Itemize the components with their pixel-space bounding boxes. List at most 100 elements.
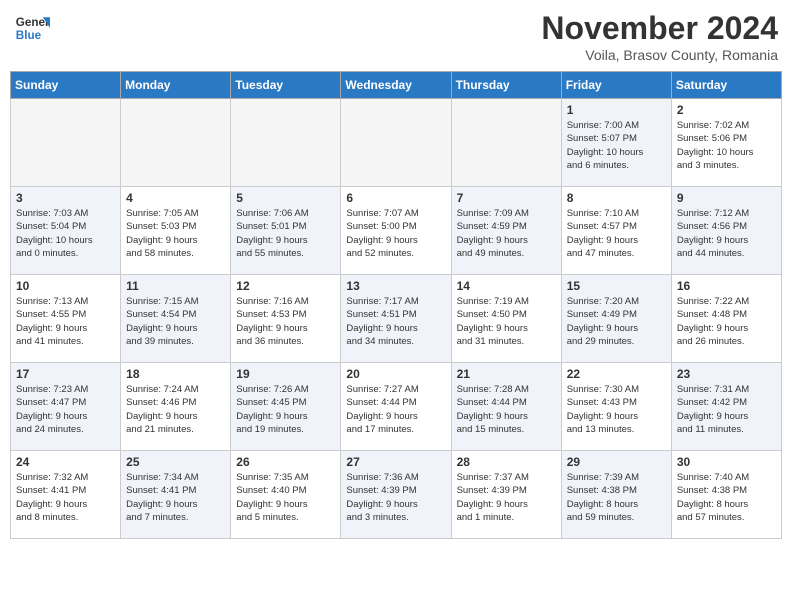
- day-info: Sunrise: 7:07 AMSunset: 5:00 PMDaylight:…: [346, 207, 445, 260]
- calendar-cell: 20 Sunrise: 7:27 AMSunset: 4:44 PMDayligh…: [341, 363, 451, 451]
- day-info: Sunrise: 7:24 AMSunset: 4:46 PMDaylight:…: [126, 383, 225, 436]
- calendar-cell: 26 Sunrise: 7:35 AMSunset: 4:40 PMDayligh…: [231, 451, 341, 539]
- calendar-cell: [341, 99, 451, 187]
- day-info: Sunrise: 7:22 AMSunset: 4:48 PMDaylight:…: [677, 295, 776, 348]
- title-area: November 2024 Voila, Brasov County, Roma…: [541, 10, 778, 63]
- day-number: 2: [677, 103, 776, 117]
- day-number: 8: [567, 191, 666, 205]
- day-info: Sunrise: 7:31 AMSunset: 4:42 PMDaylight:…: [677, 383, 776, 436]
- day-number: 6: [346, 191, 445, 205]
- day-info: Sunrise: 7:19 AMSunset: 4:50 PMDaylight:…: [457, 295, 556, 348]
- day-info: Sunrise: 7:06 AMSunset: 5:01 PMDaylight:…: [236, 207, 335, 260]
- day-number: 9: [677, 191, 776, 205]
- day-info: Sunrise: 7:12 AMSunset: 4:56 PMDaylight:…: [677, 207, 776, 260]
- day-number: 25: [126, 455, 225, 469]
- day-info: Sunrise: 7:28 AMSunset: 4:44 PMDaylight:…: [457, 383, 556, 436]
- day-info: Sunrise: 7:02 AMSunset: 5:06 PMDaylight:…: [677, 119, 776, 172]
- day-number: 4: [126, 191, 225, 205]
- day-number: 13: [346, 279, 445, 293]
- calendar-cell: 14 Sunrise: 7:19 AMSunset: 4:50 PMDayligh…: [451, 275, 561, 363]
- logo: General Blue: [14, 10, 50, 46]
- calendar-cell: 21 Sunrise: 7:28 AMSunset: 4:44 PMDayligh…: [451, 363, 561, 451]
- day-info: Sunrise: 7:13 AMSunset: 4:55 PMDaylight:…: [16, 295, 115, 348]
- calendar-cell: 24 Sunrise: 7:32 AMSunset: 4:41 PMDayligh…: [11, 451, 121, 539]
- day-number: 22: [567, 367, 666, 381]
- calendar-cell: [11, 99, 121, 187]
- calendar-cell: 9 Sunrise: 7:12 AMSunset: 4:56 PMDaylight…: [671, 187, 781, 275]
- calendar-cell: 4 Sunrise: 7:05 AMSunset: 5:03 PMDaylight…: [121, 187, 231, 275]
- day-number: 5: [236, 191, 335, 205]
- calendar-cell: 5 Sunrise: 7:06 AMSunset: 5:01 PMDaylight…: [231, 187, 341, 275]
- calendar-cell: 17 Sunrise: 7:23 AMSunset: 4:47 PMDayligh…: [11, 363, 121, 451]
- day-info: Sunrise: 7:09 AMSunset: 4:59 PMDaylight:…: [457, 207, 556, 260]
- day-number: 23: [677, 367, 776, 381]
- calendar-cell: 10Sunrise: 7:13 AMSunset: 4:55 PMDayligh…: [11, 275, 121, 363]
- calendar-cell: 1 Sunrise: 7:00 AMSunset: 5:07 PMDaylight…: [561, 99, 671, 187]
- day-info: Sunrise: 7:30 AMSunset: 4:43 PMDaylight:…: [567, 383, 666, 436]
- svg-text:Blue: Blue: [16, 29, 42, 42]
- calendar-cell: [231, 99, 341, 187]
- col-header-saturday: Saturday: [671, 72, 781, 99]
- month-title: November 2024: [541, 10, 778, 47]
- calendar-cell: 15 Sunrise: 7:20 AMSunset: 4:49 PMDayligh…: [561, 275, 671, 363]
- day-info: Sunrise: 7:34 AMSunset: 4:41 PMDaylight:…: [126, 471, 225, 524]
- day-info: Sunrise: 7:03 AMSunset: 5:04 PMDaylight:…: [16, 207, 115, 260]
- day-info: Sunrise: 7:00 AMSunset: 5:07 PMDaylight:…: [567, 119, 666, 172]
- day-number: 18: [126, 367, 225, 381]
- calendar-table: SundayMondayTuesdayWednesdayThursdayFrid…: [10, 71, 782, 539]
- day-info: Sunrise: 7:05 AMSunset: 5:03 PMDaylight:…: [126, 207, 225, 260]
- calendar-cell: 3Sunrise: 7:03 AMSunset: 5:04 PMDaylight…: [11, 187, 121, 275]
- day-number: 26: [236, 455, 335, 469]
- day-number: 20: [346, 367, 445, 381]
- col-header-thursday: Thursday: [451, 72, 561, 99]
- col-header-sunday: Sunday: [11, 72, 121, 99]
- day-number: 30: [677, 455, 776, 469]
- calendar-cell: 23 Sunrise: 7:31 AMSunset: 4:42 PMDayligh…: [671, 363, 781, 451]
- day-info: Sunrise: 7:35 AMSunset: 4:40 PMDaylight:…: [236, 471, 335, 524]
- day-number: 16: [677, 279, 776, 293]
- calendar-cell: [451, 99, 561, 187]
- day-number: 21: [457, 367, 556, 381]
- calendar-cell: 2 Sunrise: 7:02 AMSunset: 5:06 PMDaylight…: [671, 99, 781, 187]
- day-info: Sunrise: 7:36 AMSunset: 4:39 PMDaylight:…: [346, 471, 445, 524]
- calendar-cell: 12 Sunrise: 7:16 AMSunset: 4:53 PMDayligh…: [231, 275, 341, 363]
- day-number: 28: [457, 455, 556, 469]
- day-info: Sunrise: 7:15 AMSunset: 4:54 PMDaylight:…: [126, 295, 225, 348]
- day-number: 15: [567, 279, 666, 293]
- day-number: 11: [126, 279, 225, 293]
- day-info: Sunrise: 7:37 AMSunset: 4:39 PMDaylight:…: [457, 471, 556, 524]
- day-number: 1: [567, 103, 666, 117]
- day-info: Sunrise: 7:40 AMSunset: 4:38 PMDaylight:…: [677, 471, 776, 524]
- col-header-tuesday: Tuesday: [231, 72, 341, 99]
- day-info: Sunrise: 7:20 AMSunset: 4:49 PMDaylight:…: [567, 295, 666, 348]
- day-info: Sunrise: 7:17 AMSunset: 4:51 PMDaylight:…: [346, 295, 445, 348]
- day-info: Sunrise: 7:27 AMSunset: 4:44 PMDaylight:…: [346, 383, 445, 436]
- day-number: 27: [346, 455, 445, 469]
- calendar-cell: 22 Sunrise: 7:30 AMSunset: 4:43 PMDayligh…: [561, 363, 671, 451]
- day-number: 24: [16, 455, 115, 469]
- day-number: 17: [16, 367, 115, 381]
- day-number: 19: [236, 367, 335, 381]
- calendar-cell: 18 Sunrise: 7:24 AMSunset: 4:46 PMDayligh…: [121, 363, 231, 451]
- calendar-cell: 25 Sunrise: 7:34 AMSunset: 4:41 PMDayligh…: [121, 451, 231, 539]
- day-number: 7: [457, 191, 556, 205]
- day-info: Sunrise: 7:23 AMSunset: 4:47 PMDaylight:…: [16, 383, 115, 436]
- col-header-friday: Friday: [561, 72, 671, 99]
- calendar-cell: 27 Sunrise: 7:36 AMSunset: 4:39 PMDayligh…: [341, 451, 451, 539]
- day-number: 14: [457, 279, 556, 293]
- calendar-cell: 6 Sunrise: 7:07 AMSunset: 5:00 PMDaylight…: [341, 187, 451, 275]
- calendar-cell: 7 Sunrise: 7:09 AMSunset: 4:59 PMDaylight…: [451, 187, 561, 275]
- location-subtitle: Voila, Brasov County, Romania: [541, 47, 778, 63]
- col-header-wednesday: Wednesday: [341, 72, 451, 99]
- day-info: Sunrise: 7:32 AMSunset: 4:41 PMDaylight:…: [16, 471, 115, 524]
- calendar-cell: 28 Sunrise: 7:37 AMSunset: 4:39 PMDayligh…: [451, 451, 561, 539]
- calendar-cell: 13 Sunrise: 7:17 AMSunset: 4:51 PMDayligh…: [341, 275, 451, 363]
- col-header-monday: Monday: [121, 72, 231, 99]
- day-number: 12: [236, 279, 335, 293]
- calendar-cell: 29Sunrise: 7:39 AMSunset: 4:38 PMDayligh…: [561, 451, 671, 539]
- day-info: Sunrise: 7:39 AMSunset: 4:38 PMDaylight:…: [567, 471, 666, 524]
- calendar-cell: 30 Sunrise: 7:40 AMSunset: 4:38 PMDayligh…: [671, 451, 781, 539]
- page-header: General Blue November 2024 Voila, Brasov…: [10, 10, 782, 63]
- calendar-cell: 16 Sunrise: 7:22 AMSunset: 4:48 PMDayligh…: [671, 275, 781, 363]
- day-info: Sunrise: 7:16 AMSunset: 4:53 PMDaylight:…: [236, 295, 335, 348]
